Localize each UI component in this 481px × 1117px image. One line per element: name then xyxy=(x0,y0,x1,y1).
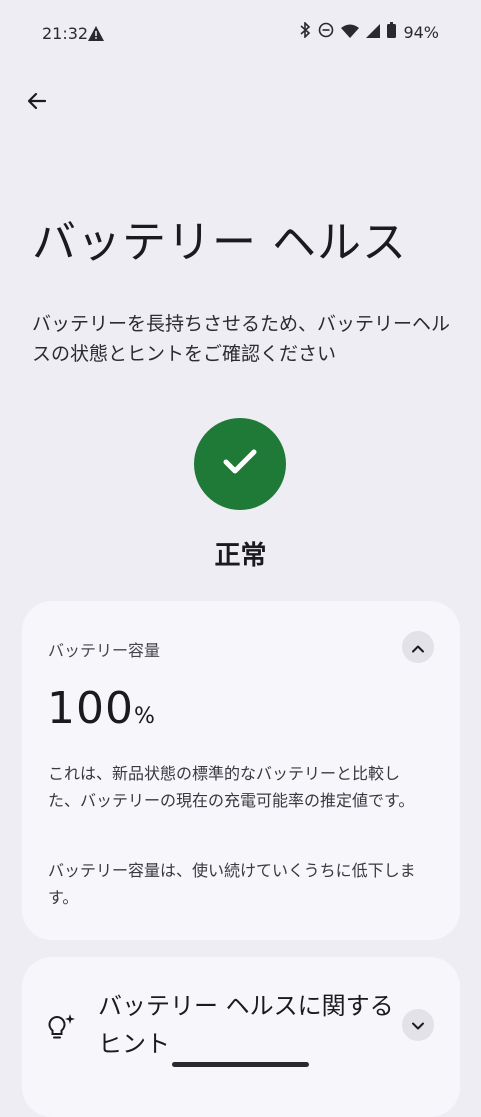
capacity-number: 100 xyxy=(47,683,134,734)
capacity-value: 100% xyxy=(47,683,155,734)
status-time: 21:32 xyxy=(42,24,89,43)
battery-capacity-card: バッテリー容量 100% これは、新品状態の標準的なバッテリーと比較した、バッテ… xyxy=(22,601,460,940)
capacity-note: バッテリー容量は、使い続けていくうちに低下します。 xyxy=(48,861,416,907)
wifi-icon xyxy=(341,23,360,42)
bluetooth-icon xyxy=(299,21,311,42)
cell-signal-icon xyxy=(366,23,381,42)
chevron-up-icon xyxy=(411,638,425,657)
chevron-down-icon xyxy=(411,1016,425,1035)
battery-percentage: 94% xyxy=(403,22,439,42)
warning-icon xyxy=(88,26,104,45)
page-description: バッテリーを長持ちさせるため、バッテリーヘルスの状態とヒントをご確認ください xyxy=(32,313,451,365)
do-not-disturb-icon xyxy=(318,22,334,42)
back-button[interactable] xyxy=(20,86,54,120)
status-bar: 21:32 94% xyxy=(0,0,481,68)
status-icons: 94% xyxy=(299,21,439,42)
battery-icon xyxy=(387,22,397,42)
arrow-back-icon xyxy=(25,89,49,117)
health-status-badge xyxy=(194,418,286,510)
lightbulb-sparkle-icon xyxy=(46,1013,76,1047)
tips-title: バッテリー ヘルスに関するヒント xyxy=(98,992,394,1058)
home-indicator[interactable] xyxy=(172,1062,309,1067)
capacity-heading: バッテリー容量 xyxy=(48,641,161,660)
health-status-label: 正常 xyxy=(214,541,267,571)
expand-button[interactable] xyxy=(402,1009,434,1041)
battery-tips-card[interactable]: バッテリー ヘルスに関するヒント xyxy=(22,957,460,1117)
page-title: バッテリー ヘルス xyxy=(32,217,407,268)
collapse-button[interactable] xyxy=(402,631,434,663)
check-icon xyxy=(222,448,258,480)
capacity-unit: % xyxy=(133,704,155,729)
capacity-explanation: これは、新品状態の標準的なバッテリーと比較した、バッテリーの現在の充電可能率の推… xyxy=(48,764,415,810)
